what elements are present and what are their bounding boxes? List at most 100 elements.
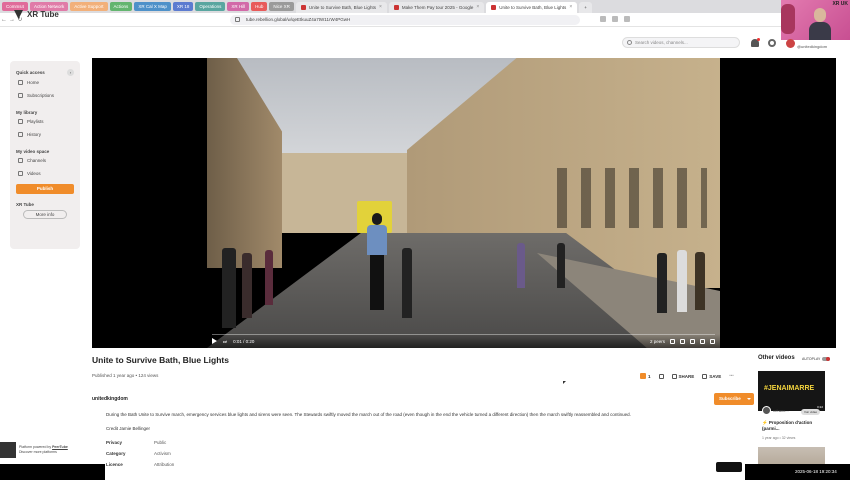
sidebar-section-xr-tube: XR Tube bbox=[16, 202, 74, 207]
recommended-tag[interactable]: Voir vidéo bbox=[801, 409, 821, 415]
peertube-text: Platform powered by PeerTube Discover mo… bbox=[19, 445, 68, 455]
player-controls: ⏭ 0:01 / 0:20 2 peers bbox=[207, 334, 720, 348]
collapse-sidebar-icon[interactable]: ‹ bbox=[67, 69, 74, 76]
sidebar-item-playlists[interactable]: Playlists bbox=[16, 115, 74, 128]
video-frame-street-scene[interactable]: ⏭ 0:01 / 0:20 2 peers bbox=[207, 58, 720, 348]
extension-icon[interactable] bbox=[600, 16, 606, 22]
tab-label: Unite to Survive Bath, Blue Lights bbox=[499, 5, 567, 10]
tab-favicon-icon bbox=[393, 5, 399, 10]
autoplay-label: AUTOPLAY bbox=[802, 357, 821, 361]
publish-button[interactable]: Publish bbox=[16, 184, 74, 194]
video-credit: Credit Jamie Bellinger bbox=[106, 426, 151, 431]
bookmark-item[interactable]: Hub bbox=[251, 2, 268, 11]
bookmark-item[interactable]: Actions bbox=[109, 2, 133, 11]
volume-icon[interactable] bbox=[670, 338, 675, 344]
settings-icon[interactable] bbox=[680, 338, 685, 344]
share-button[interactable]: SHARE bbox=[671, 373, 694, 379]
save-button[interactable]: SAVE bbox=[702, 373, 721, 379]
close-tab-icon[interactable]: × bbox=[476, 2, 479, 13]
thumbs-up-icon bbox=[640, 373, 646, 379]
sidebar-item-label: Videos bbox=[27, 171, 41, 176]
bookmark-item[interactable]: XR Cal X Map bbox=[134, 2, 171, 11]
autoplay-control[interactable]: AUTOPLAY bbox=[802, 357, 831, 361]
recommended-channel[interactable]: xrfranc... bbox=[762, 406, 789, 415]
like-button[interactable]: 1 bbox=[640, 373, 651, 379]
channels-icon bbox=[18, 158, 23, 163]
settings-gear-icon[interactable] bbox=[768, 39, 776, 47]
browser-tab[interactable]: Unite to Survive Bath, Blue Lights × bbox=[486, 2, 578, 13]
sidebar-item-home[interactable]: Home bbox=[16, 76, 74, 89]
other-videos-heading: Other videos bbox=[758, 355, 795, 361]
mouse-cursor-icon bbox=[563, 381, 566, 384]
browser-address-bar: ← → ↻ tube.rebellion.global/w/qeEtkuuZ4a… bbox=[0, 13, 850, 27]
history-icon bbox=[18, 132, 23, 137]
video-player[interactable]: ⏭ 0:01 / 0:20 2 peers bbox=[92, 58, 836, 348]
pip-icon[interactable] bbox=[700, 338, 705, 344]
info-key: Category bbox=[106, 451, 126, 456]
video-actions: 1 SHARE SAVE ⋯ bbox=[640, 373, 734, 379]
user-avatar[interactable] bbox=[786, 39, 795, 48]
close-tab-icon[interactable]: × bbox=[379, 2, 382, 13]
browser-tab[interactable]: Make Them Pay tour 2025 - Google × bbox=[388, 2, 485, 13]
bookmark-item[interactable]: XR Hill bbox=[227, 2, 250, 11]
play-icon[interactable] bbox=[212, 338, 217, 344]
site-logo[interactable]: XR Tube bbox=[14, 10, 59, 19]
info-value[interactable]: Activism bbox=[154, 451, 171, 462]
share-icon bbox=[671, 373, 677, 379]
info-row-licence: Licence Attribution bbox=[106, 462, 174, 473]
back-icon[interactable]: ← bbox=[0, 17, 8, 23]
recommended-video-title[interactable]: ⚡ Proposition d'action (parmi... bbox=[762, 420, 827, 432]
autoplay-toggle[interactable] bbox=[822, 357, 831, 361]
theater-mode-icon[interactable] bbox=[690, 338, 695, 344]
save-icon bbox=[702, 373, 708, 379]
extension-icon[interactable] bbox=[612, 16, 618, 22]
search-input[interactable]: Search videos, channels... bbox=[622, 37, 740, 48]
playlist-icon bbox=[18, 119, 23, 124]
skip-next-icon[interactable]: ⏭ bbox=[223, 339, 227, 344]
subscribe-button[interactable]: Subscribe bbox=[714, 393, 754, 405]
sidebar-item-label: History bbox=[27, 132, 42, 137]
channel-name[interactable]: unitedkingdom bbox=[92, 396, 128, 402]
tab-favicon-icon bbox=[491, 5, 497, 10]
xr-hourglass-logo bbox=[781, 4, 795, 34]
fullscreen-icon[interactable] bbox=[710, 338, 715, 344]
video-info-table: Privacy Public Category Activism Licence… bbox=[106, 440, 174, 473]
new-tab-button[interactable]: + bbox=[579, 2, 592, 13]
url-input[interactable]: tube.rebellion.global/w/qeEtkuuZ4a7tW11r… bbox=[230, 15, 580, 25]
player-time: 0:01 / 0:20 bbox=[233, 338, 255, 344]
extension-icon[interactable] bbox=[624, 16, 630, 22]
xr-logo-icon bbox=[14, 10, 23, 19]
sidebar-item-label: Playlists bbox=[27, 119, 44, 124]
more-info-label: More info bbox=[35, 212, 55, 217]
bookmark-item[interactable]: Active Support bbox=[70, 2, 108, 11]
sidebar-item-label: Subscriptions bbox=[27, 93, 55, 98]
videos-icon bbox=[18, 171, 23, 176]
browser-tab[interactable]: Unite to Survive Bath, Blue Lights × bbox=[295, 2, 387, 13]
more-info-button[interactable]: More info bbox=[23, 210, 67, 219]
bookmark-item[interactable]: Operations bbox=[195, 2, 226, 11]
info-row-privacy: Privacy Public bbox=[106, 440, 174, 451]
stream-clock: 2025-06-18 19:20:34 bbox=[795, 469, 837, 474]
sidebar-item-history[interactable]: History bbox=[16, 128, 74, 141]
discover-link[interactable]: Discover more platforms bbox=[19, 450, 57, 454]
bookmark-item[interactable]: XR 18 bbox=[172, 2, 194, 11]
close-tab-icon[interactable]: × bbox=[569, 2, 572, 13]
recommended-video-thumbnail[interactable]: #JENAIMARRE 0:22 bbox=[758, 371, 825, 411]
recommended-channel-name: xrfranc... bbox=[773, 408, 789, 413]
peertube-badge: Platform powered by PeerTube Discover mo… bbox=[0, 441, 80, 459]
tab-label: Make Them Pay tour 2025 - Google bbox=[401, 5, 474, 10]
sidebar-item-subscriptions[interactable]: Subscriptions bbox=[16, 89, 74, 102]
dislike-button[interactable] bbox=[658, 373, 664, 379]
tab-favicon-icon bbox=[300, 5, 306, 10]
screen-bottom-overlay bbox=[0, 464, 105, 480]
sidebar-section-title: My library bbox=[16, 110, 38, 115]
notifications-bell-icon[interactable] bbox=[751, 38, 760, 47]
home-icon bbox=[18, 80, 23, 85]
search-icon bbox=[627, 40, 632, 45]
info-key: Licence bbox=[106, 462, 123, 467]
more-options-button[interactable]: ⋯ bbox=[729, 373, 734, 379]
peertube-link[interactable]: PeerTube bbox=[52, 445, 68, 449]
sidebar-item-channels[interactable]: Channels bbox=[16, 154, 74, 167]
sidebar-item-videos[interactable]: Videos bbox=[16, 167, 74, 180]
bookmark-item[interactable]: Nice XR bbox=[269, 2, 294, 11]
